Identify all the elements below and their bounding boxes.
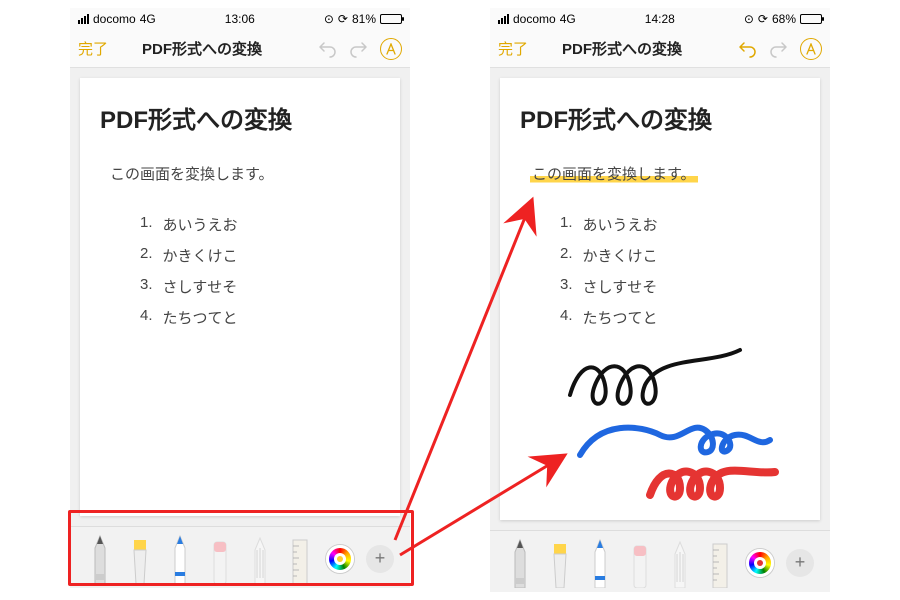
pencil-tool[interactable] bbox=[586, 538, 614, 588]
nav-bar: 完了 PDF形式への変換 bbox=[70, 30, 410, 68]
color-picker[interactable] bbox=[326, 545, 354, 573]
pencil-tool[interactable] bbox=[166, 534, 194, 584]
carrier-label: docomo bbox=[513, 12, 556, 26]
add-button[interactable]: + bbox=[366, 545, 394, 573]
document-page: PDF形式への変換 この画面を変換します。 1あいうえお 2かきくけこ 3さしす… bbox=[500, 78, 820, 520]
doc-list: 1あいうえお 2かきくけこ 3さしすせそ 4たちつてと bbox=[140, 214, 380, 328]
network-label: 4G bbox=[140, 12, 156, 26]
markup-icon[interactable] bbox=[380, 38, 402, 60]
list-item: 1あいうえお bbox=[560, 214, 800, 235]
nav-bar: 完了 PDF形式への変換 bbox=[490, 30, 830, 68]
eraser-tool[interactable] bbox=[626, 538, 654, 588]
redo-icon[interactable] bbox=[348, 38, 370, 60]
document-viewport[interactable]: PDF形式への変換 この画面を変換します。 1あいうえお 2かきくけこ 3さしす… bbox=[490, 68, 830, 530]
signal-icon bbox=[498, 14, 509, 24]
markup-toolbar: + bbox=[490, 530, 830, 592]
network-label: 4G bbox=[560, 12, 576, 26]
ruler-tool[interactable] bbox=[706, 538, 734, 588]
carrier-label: docomo bbox=[93, 12, 136, 26]
alarm-icon: ⊙ bbox=[324, 12, 334, 26]
highlighter-tool[interactable] bbox=[126, 534, 154, 584]
eraser-tool[interactable] bbox=[206, 534, 234, 584]
list-item: 4たちつてと bbox=[560, 307, 800, 328]
battery-icon bbox=[800, 14, 822, 24]
color-picker[interactable] bbox=[746, 549, 774, 577]
list-item: 3さしすせそ bbox=[560, 276, 800, 297]
undo-icon[interactable] bbox=[736, 38, 758, 60]
nav-title: PDF形式への変換 bbox=[508, 38, 736, 59]
phone-screenshot-right: docomo 4G 14:28 ⊙ ⟳ 68% 完了 PDF形式への変換 bbox=[490, 8, 830, 592]
list-item: 2かきくけこ bbox=[560, 245, 800, 266]
pen-tool[interactable] bbox=[86, 534, 114, 584]
list-item: 1あいうえお bbox=[140, 214, 380, 235]
list-item: 3さしすせそ bbox=[140, 276, 380, 297]
battery-percent: 81% bbox=[352, 12, 376, 26]
highlighter-tool[interactable] bbox=[546, 538, 574, 588]
alarm-icon: ⊙ bbox=[744, 12, 754, 26]
battery-icon bbox=[380, 14, 402, 24]
status-bar: docomo 4G 13:06 ⊙ ⟳ 81% bbox=[70, 8, 410, 30]
list-item: 2かきくけこ bbox=[140, 245, 380, 266]
battery-percent: 68% bbox=[772, 12, 796, 26]
document-page: PDF形式への変換 この画面を変換します。 1あいうえお 2かきくけこ 3さしす… bbox=[80, 78, 400, 516]
markup-icon[interactable] bbox=[800, 38, 822, 60]
redo-icon[interactable] bbox=[768, 38, 790, 60]
refresh-icon: ⟳ bbox=[338, 12, 348, 26]
phone-screenshot-left: docomo 4G 13:06 ⊙ ⟳ 81% 完了 PDF形式への変換 bbox=[70, 8, 410, 588]
doc-subtitle-highlighted: この画面を変換します。 bbox=[530, 163, 698, 184]
status-bar: docomo 4G 14:28 ⊙ ⟳ 68% bbox=[490, 8, 830, 30]
doc-title: PDF形式への変換 bbox=[100, 100, 380, 135]
clock: 13:06 bbox=[225, 12, 255, 26]
lasso-tool[interactable] bbox=[246, 534, 274, 584]
clock: 14:28 bbox=[645, 12, 675, 26]
handdrawn-scribbles bbox=[500, 340, 820, 510]
add-button[interactable]: + bbox=[786, 549, 814, 577]
signal-icon bbox=[78, 14, 89, 24]
undo-icon[interactable] bbox=[316, 38, 338, 60]
pen-tool[interactable] bbox=[506, 538, 534, 588]
ruler-tool[interactable] bbox=[286, 534, 314, 584]
refresh-icon: ⟳ bbox=[758, 12, 768, 26]
markup-toolbar: + bbox=[70, 526, 410, 588]
document-viewport[interactable]: PDF形式への変換 この画面を変換します。 1あいうえお 2かきくけこ 3さしす… bbox=[70, 68, 410, 526]
doc-title: PDF形式への変換 bbox=[520, 100, 800, 135]
doc-list: 1あいうえお 2かきくけこ 3さしすせそ 4たちつてと bbox=[560, 214, 800, 328]
lasso-tool[interactable] bbox=[666, 538, 694, 588]
doc-subtitle: この画面を変換します。 bbox=[110, 163, 274, 184]
nav-title: PDF形式への変換 bbox=[88, 38, 316, 59]
list-item: 4たちつてと bbox=[140, 307, 380, 328]
